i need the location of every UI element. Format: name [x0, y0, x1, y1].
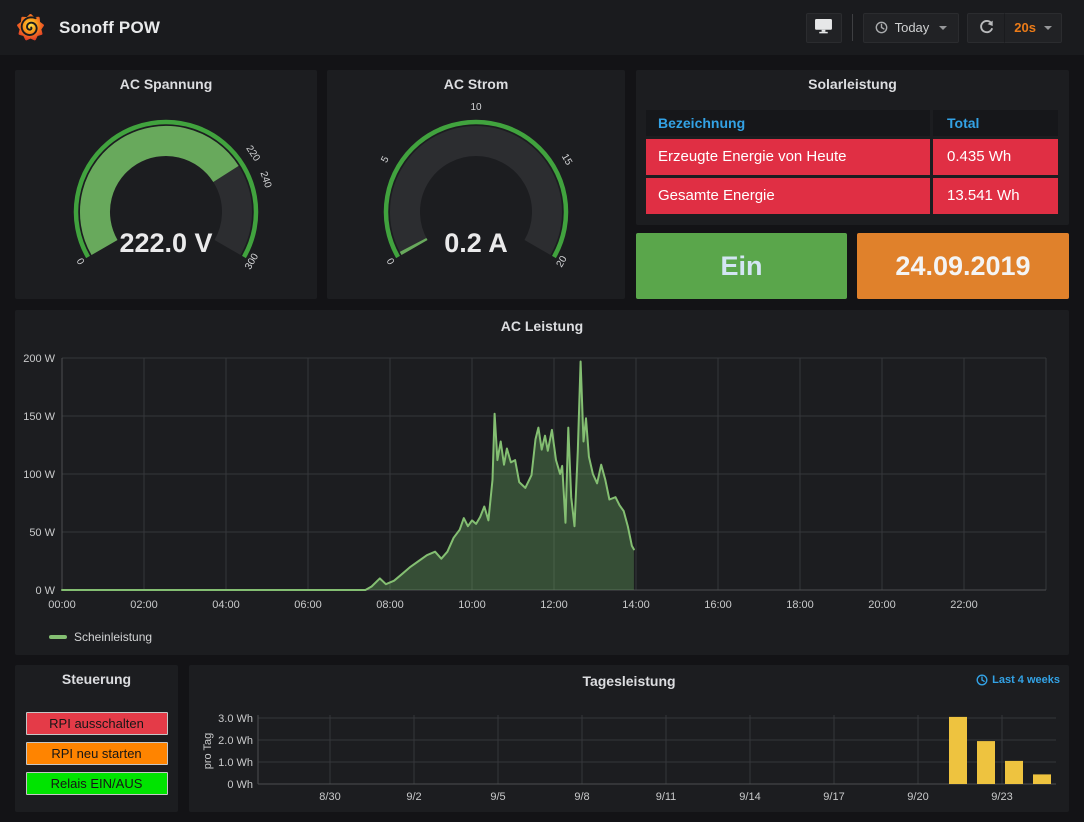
panel-ac-strom: AC Strom 05101520 0.2 A: [327, 70, 625, 299]
svg-text:14:00: 14:00: [622, 599, 650, 611]
svg-text:9/2: 9/2: [406, 791, 421, 803]
refresh-interval-label: 20s: [1014, 20, 1036, 35]
current-value: 0.2 A: [327, 228, 625, 259]
panel-relay-state: Ein: [636, 233, 847, 299]
table-cell-value: 0.435 Wh: [933, 139, 1058, 175]
svg-text:22:00: 22:00: [950, 599, 978, 611]
svg-text:00:00: 00:00: [48, 599, 76, 611]
legend-color-dash: [49, 635, 67, 639]
svg-text:50 W: 50 W: [29, 527, 55, 539]
svg-text:200 W: 200 W: [23, 353, 55, 365]
panel-steuerung: Steuerung RPI ausschalten RPI neu starte…: [15, 665, 178, 812]
svg-text:16:00: 16:00: [704, 599, 732, 611]
svg-text:10: 10: [470, 102, 482, 113]
relay-toggle-button[interactable]: Relais EIN/AUS: [26, 772, 168, 795]
chevron-down-icon: [939, 26, 947, 30]
panel-title[interactable]: Steuerung: [15, 665, 178, 693]
panel-ac-leistung: AC Leistung 0 W50 W100 W150 W200 W00:000…: [15, 310, 1069, 655]
grafana-logo[interactable]: [17, 14, 44, 41]
legend-label: Scheinleistung: [74, 630, 152, 644]
svg-text:150 W: 150 W: [23, 411, 55, 423]
svg-text:pro Tag: pro Tag: [202, 733, 214, 770]
svg-text:100 W: 100 W: [23, 469, 55, 481]
svg-text:06:00: 06:00: [294, 599, 322, 611]
svg-text:0 Wh: 0 Wh: [227, 779, 253, 791]
column-header-bezeichnung[interactable]: Bezeichnung: [646, 110, 930, 136]
svg-text:8/30: 8/30: [319, 791, 340, 803]
refresh-icon: [979, 20, 994, 35]
refresh-controls: 20s: [967, 13, 1062, 43]
solar-table: Bezeichnung Total Erzeugte Energie von H…: [646, 110, 1058, 214]
table-cell-label: Gesamte Energie: [646, 178, 930, 214]
panel-ac-spannung: AC Spannung 0220240300 222.0 V: [15, 70, 317, 299]
refresh-button[interactable]: [967, 13, 1005, 43]
rpi-shutdown-button[interactable]: RPI ausschalten: [26, 712, 168, 735]
panel-title[interactable]: AC Spannung: [15, 70, 317, 98]
svg-text:9/5: 9/5: [490, 791, 505, 803]
divider: [852, 14, 853, 41]
voltage-gauge: 0220240300: [15, 100, 317, 299]
voltage-value: 222.0 V: [15, 228, 317, 259]
svg-text:20:00: 20:00: [868, 599, 896, 611]
time-range-label: Today: [895, 20, 930, 35]
daily-bar-chart[interactable]: 0 Wh 1.0 Wh 2.0 Wh 3.0 Wh 8/30 9/2 9/5 9/8 9/11 9…: [189, 665, 1069, 812]
svg-text:15: 15: [559, 152, 574, 168]
panel-date: 24.09.2019: [857, 233, 1069, 299]
svg-text:3.0 Wh: 3.0 Wh: [218, 713, 253, 725]
svg-text:9/20: 9/20: [907, 791, 928, 803]
svg-text:9/11: 9/11: [656, 791, 677, 803]
panel-tagesleistung: Tagesleistung Last 4 weeks 0 Wh1.0 Wh2.0…: [189, 665, 1069, 812]
svg-text:08:00: 08:00: [376, 599, 404, 611]
grafana-dashboard: Sonoff POW Today: [0, 0, 1084, 822]
svg-text:9/8: 9/8: [574, 791, 589, 803]
panel-title[interactable]: AC Strom: [327, 70, 625, 98]
top-navbar: Sonoff POW Today: [0, 0, 1084, 55]
svg-text:2.0 Wh: 2.0 Wh: [218, 735, 253, 747]
current-gauge: 05101520: [327, 100, 625, 299]
svg-text:9/17: 9/17: [823, 791, 844, 803]
svg-text:04:00: 04:00: [212, 599, 240, 611]
panel-title[interactable]: Solarleistung: [636, 70, 1069, 98]
chevron-down-icon: [1044, 26, 1052, 30]
svg-text:1.0 Wh: 1.0 Wh: [218, 757, 253, 769]
svg-text:240: 240: [258, 170, 274, 190]
time-range-picker[interactable]: Today: [863, 13, 960, 43]
tv-mode-button[interactable]: [806, 13, 842, 43]
power-time-series-chart[interactable]: 0 W 50 W 100 W 150 W 200 W 00:00 02:00 04:00 06:…: [15, 310, 1069, 655]
refresh-interval-dropdown[interactable]: 20s: [1005, 13, 1062, 43]
svg-text:5: 5: [379, 154, 392, 165]
navbar-controls: Today 20s: [806, 13, 1062, 43]
svg-text:0 W: 0 W: [35, 585, 55, 597]
svg-text:220: 220: [243, 144, 262, 164]
rpi-restart-button[interactable]: RPI neu starten: [26, 742, 168, 765]
svg-text:12:00: 12:00: [540, 599, 568, 611]
svg-text:9/14: 9/14: [739, 791, 760, 803]
panel-solarleistung: Solarleistung Bezeichnung Total Erzeugte…: [636, 70, 1069, 225]
svg-text:18:00: 18:00: [786, 599, 814, 611]
clock-icon: [875, 21, 888, 34]
monitor-icon: [814, 18, 833, 37]
svg-text:10:00: 10:00: [458, 599, 486, 611]
svg-text:02:00: 02:00: [130, 599, 158, 611]
table-cell-label: Erzeugte Energie von Heute: [646, 139, 930, 175]
legend-scheinleistung[interactable]: Scheinleistung: [49, 630, 152, 644]
table-cell-value: 13.541 Wh: [933, 178, 1058, 214]
svg-text:9/23: 9/23: [991, 791, 1012, 803]
dashboard-title[interactable]: Sonoff POW: [59, 18, 160, 38]
column-header-total[interactable]: Total: [933, 110, 1058, 136]
